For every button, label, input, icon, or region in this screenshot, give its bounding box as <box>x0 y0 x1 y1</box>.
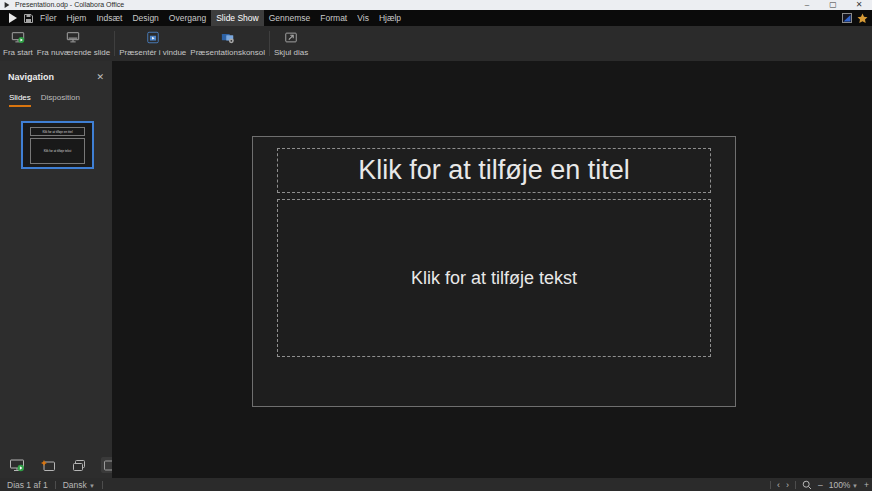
zoom-icon[interactable] <box>802 480 812 490</box>
zoom-level[interactable]: 100% ▼ <box>829 480 858 490</box>
statusbar: Dias 1 af 1 Dansk ▼ ‹ › – 100% ▼ + <box>0 478 872 491</box>
present-in-window-label: Præsentér i vindue <box>119 48 186 57</box>
menu-hjem[interactable]: Hjem <box>62 10 92 26</box>
hide-slide-icon <box>284 30 298 45</box>
previous-slide-button[interactable]: ‹ <box>777 480 780 490</box>
titlebar: Presentation.odp - Collabora Office – ▢ … <box>0 0 872 10</box>
slide-editing-area[interactable]: Klik for at tilføje en titel Klik for at… <box>252 136 736 407</box>
statusbar-separator <box>770 481 771 489</box>
toolbar-separator <box>269 31 270 56</box>
menu-vis[interactable]: Vis <box>352 10 374 26</box>
tab-disposition[interactable]: Disposition <box>41 93 80 107</box>
menu-gennemse[interactable]: Gennemse <box>264 10 316 26</box>
menu-hjaelp[interactable]: Hjælp <box>374 10 406 26</box>
app-icon <box>4 2 10 8</box>
navigation-panel: Navigation ✕ Slides Disposition Klik for… <box>0 61 112 478</box>
slide-count: Dias 1 af 1 <box>7 480 48 490</box>
next-slide-button[interactable]: › <box>786 480 789 490</box>
impress-logo-icon <box>7 12 19 24</box>
from-current-slide-button[interactable]: Fra nuværende slide <box>35 26 112 61</box>
zoom-in-button[interactable]: + <box>864 480 869 490</box>
from-current-slide-label: Fra nuværende slide <box>37 48 110 57</box>
presentation-from-start-icon <box>11 30 25 45</box>
toolbar-separator <box>114 31 115 56</box>
start-presentation-button[interactable] <box>8 457 26 473</box>
panel-title: Navigation <box>8 72 54 82</box>
thumbnail-body-placeholder: Klik for at tilføje tekst <box>30 138 85 164</box>
menu-filer[interactable]: Filer <box>35 10 62 26</box>
menu-format[interactable]: Format <box>315 10 352 26</box>
tab-slides[interactable]: Slides <box>9 93 31 107</box>
statusbar-separator <box>55 481 56 489</box>
statusbar-separator <box>795 481 796 489</box>
title-placeholder[interactable]: Klik for at tilføje en titel <box>277 148 711 193</box>
panel-close-icon[interactable]: ✕ <box>96 73 104 82</box>
save-icon[interactable] <box>23 13 34 24</box>
from-start-button[interactable]: Fra start <box>1 26 35 61</box>
star-icon[interactable] <box>857 13 868 24</box>
language-selector[interactable]: Dansk ▼ <box>63 480 95 490</box>
slide-canvas: Klik for at tilføje en titel Klik for at… <box>112 61 872 478</box>
zoom-out-button[interactable]: – <box>818 480 823 490</box>
menu-slide-show[interactable]: Slide Show <box>211 10 264 26</box>
maximize-button[interactable]: ▢ <box>820 0 846 10</box>
presenter-console-icon <box>221 30 235 45</box>
from-start-label: Fra start <box>3 48 33 57</box>
hide-slide-label: Skjul dias <box>274 48 308 57</box>
presenter-console-label: Præsentationskonsol <box>190 48 265 57</box>
present-in-window-button[interactable]: Præsentér i vindue <box>117 26 188 61</box>
toolbar: Fra start Fra nuværende slide Præsentér … <box>0 26 872 61</box>
presenter-console-button[interactable]: Præsentationskonsol <box>188 26 267 61</box>
window-title: Presentation.odp - Collabora Office <box>15 0 124 10</box>
present-in-window-icon <box>146 30 160 45</box>
presentation-from-current-icon <box>66 30 80 45</box>
menu-overgang[interactable]: Overgang <box>164 10 211 26</box>
new-slide-button[interactable] <box>39 457 57 473</box>
statusbar-separator <box>102 481 103 489</box>
body-placeholder[interactable]: Klik for at tilføje tekst <box>277 199 711 357</box>
menubar: Filer Hjem Indsæt Design Overgang Slide … <box>0 10 872 26</box>
menu-design[interactable]: Design <box>127 10 163 26</box>
close-button[interactable]: ✕ <box>846 0 872 10</box>
thumbnail-title-placeholder: Klik for at tilføje en titel <box>30 127 85 136</box>
screen-mode-icon[interactable] <box>842 13 852 23</box>
slide-thumbnail[interactable]: Klik for at tilføje en titel Klik for at… <box>21 121 94 169</box>
menu-indsaet[interactable]: Indsæt <box>91 10 127 26</box>
duplicate-slide-button[interactable] <box>70 457 88 473</box>
hide-slide-button[interactable]: Skjul dias <box>272 26 310 61</box>
minimize-button[interactable]: – <box>794 0 820 10</box>
